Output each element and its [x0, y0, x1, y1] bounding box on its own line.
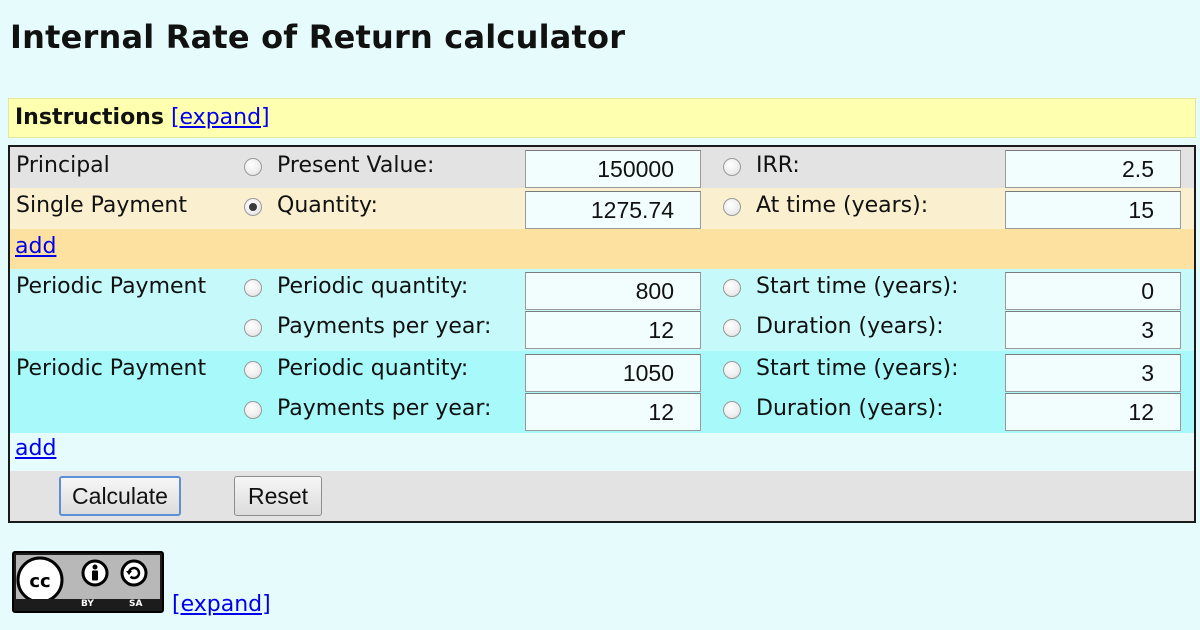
- present-value-radio[interactable]: [244, 158, 262, 176]
- irr-radio[interactable]: [723, 158, 741, 176]
- add-periodic-payment-link[interactable]: add: [15, 436, 56, 461]
- duration-label: Duration (years):: [756, 396, 944, 421]
- instructions-bar: Instructions [expand]: [8, 98, 1196, 138]
- quantity-radio[interactable]: [244, 198, 262, 216]
- periodic-payment-label: Periodic Payment: [16, 274, 207, 299]
- periodic-quantity-radio[interactable]: [244, 361, 262, 379]
- instructions-expand-link[interactable]: [expand]: [171, 105, 270, 130]
- at-time-label: At time (years):: [756, 193, 929, 218]
- payments-per-year-input[interactable]: [525, 311, 701, 349]
- cc-license-badge[interactable]: cc BY SA: [12, 551, 164, 613]
- at-time-input[interactable]: [1005, 191, 1181, 229]
- periodic-payment-row: Periodic Payment Periodic quantity: Star…: [10, 269, 1194, 351]
- duration-label: Duration (years):: [756, 314, 944, 339]
- cc-badge-footer: BY SA: [16, 599, 160, 609]
- calculate-button[interactable]: Calculate: [59, 476, 181, 516]
- add-single-row: add: [10, 229, 1194, 269]
- principal-row: Principal Present Value: IRR:: [10, 147, 1194, 188]
- irr-label: IRR:: [756, 153, 800, 178]
- present-value-label: Present Value:: [277, 153, 435, 178]
- single-payment-label: Single Payment: [16, 193, 187, 218]
- cc-badge-svg: cc: [16, 556, 148, 604]
- present-value-input[interactable]: [525, 150, 701, 188]
- duration-input[interactable]: [1005, 311, 1181, 349]
- periodic-quantity-input[interactable]: [525, 272, 701, 310]
- start-time-radio[interactable]: [723, 279, 741, 297]
- payments-per-year-label: Payments per year:: [277, 396, 492, 421]
- cc-sa-text: SA: [129, 599, 143, 609]
- add-periodic-row: add: [10, 433, 1194, 471]
- principal-label: Principal: [16, 153, 110, 178]
- attribution-body: [92, 570, 98, 581]
- at-time-radio[interactable]: [723, 198, 741, 216]
- start-time-label: Start time (years):: [756, 274, 959, 299]
- button-row: Calculate Reset: [10, 471, 1194, 521]
- irr-input[interactable]: [1005, 150, 1181, 188]
- reset-button[interactable]: Reset: [234, 476, 322, 516]
- start-time-radio[interactable]: [723, 361, 741, 379]
- payments-per-year-radio[interactable]: [244, 401, 262, 419]
- duration-radio[interactable]: [723, 401, 741, 419]
- start-time-label: Start time (years):: [756, 356, 959, 381]
- attribution-head: [92, 564, 98, 570]
- cc-icon-text: cc: [29, 571, 50, 592]
- license-expand-link[interactable]: [expand]: [172, 592, 271, 617]
- quantity-input[interactable]: [525, 191, 701, 229]
- periodic-payment-label: Periodic Payment: [16, 356, 207, 381]
- start-time-input[interactable]: [1005, 272, 1181, 310]
- instructions-label: Instructions: [15, 105, 164, 130]
- calculator-form: Principal Present Value: IRR: Single Pay…: [8, 145, 1196, 523]
- add-single-payment-link[interactable]: add: [15, 234, 56, 259]
- cc-badge-graphic: cc: [16, 555, 160, 604]
- share-alike-icon: [120, 559, 148, 587]
- page-title: Internal Rate of Return calculator: [10, 18, 626, 56]
- payments-per-year-label: Payments per year:: [277, 314, 492, 339]
- start-time-input[interactable]: [1005, 354, 1181, 392]
- periodic-quantity-input[interactable]: [525, 354, 701, 392]
- single-payment-row: Single Payment Quantity: At time (years)…: [10, 188, 1194, 229]
- periodic-quantity-radio[interactable]: [244, 279, 262, 297]
- periodic-quantity-label: Periodic quantity:: [277, 274, 469, 299]
- cc-by-text: BY: [81, 599, 94, 609]
- quantity-label: Quantity:: [277, 193, 378, 218]
- duration-input[interactable]: [1005, 393, 1181, 431]
- payments-per-year-input[interactable]: [525, 393, 701, 431]
- duration-radio[interactable]: [723, 319, 741, 337]
- periodic-quantity-label: Periodic quantity:: [277, 356, 469, 381]
- periodic-payment-row: Periodic Payment Periodic quantity: Star…: [10, 351, 1194, 433]
- payments-per-year-radio[interactable]: [244, 319, 262, 337]
